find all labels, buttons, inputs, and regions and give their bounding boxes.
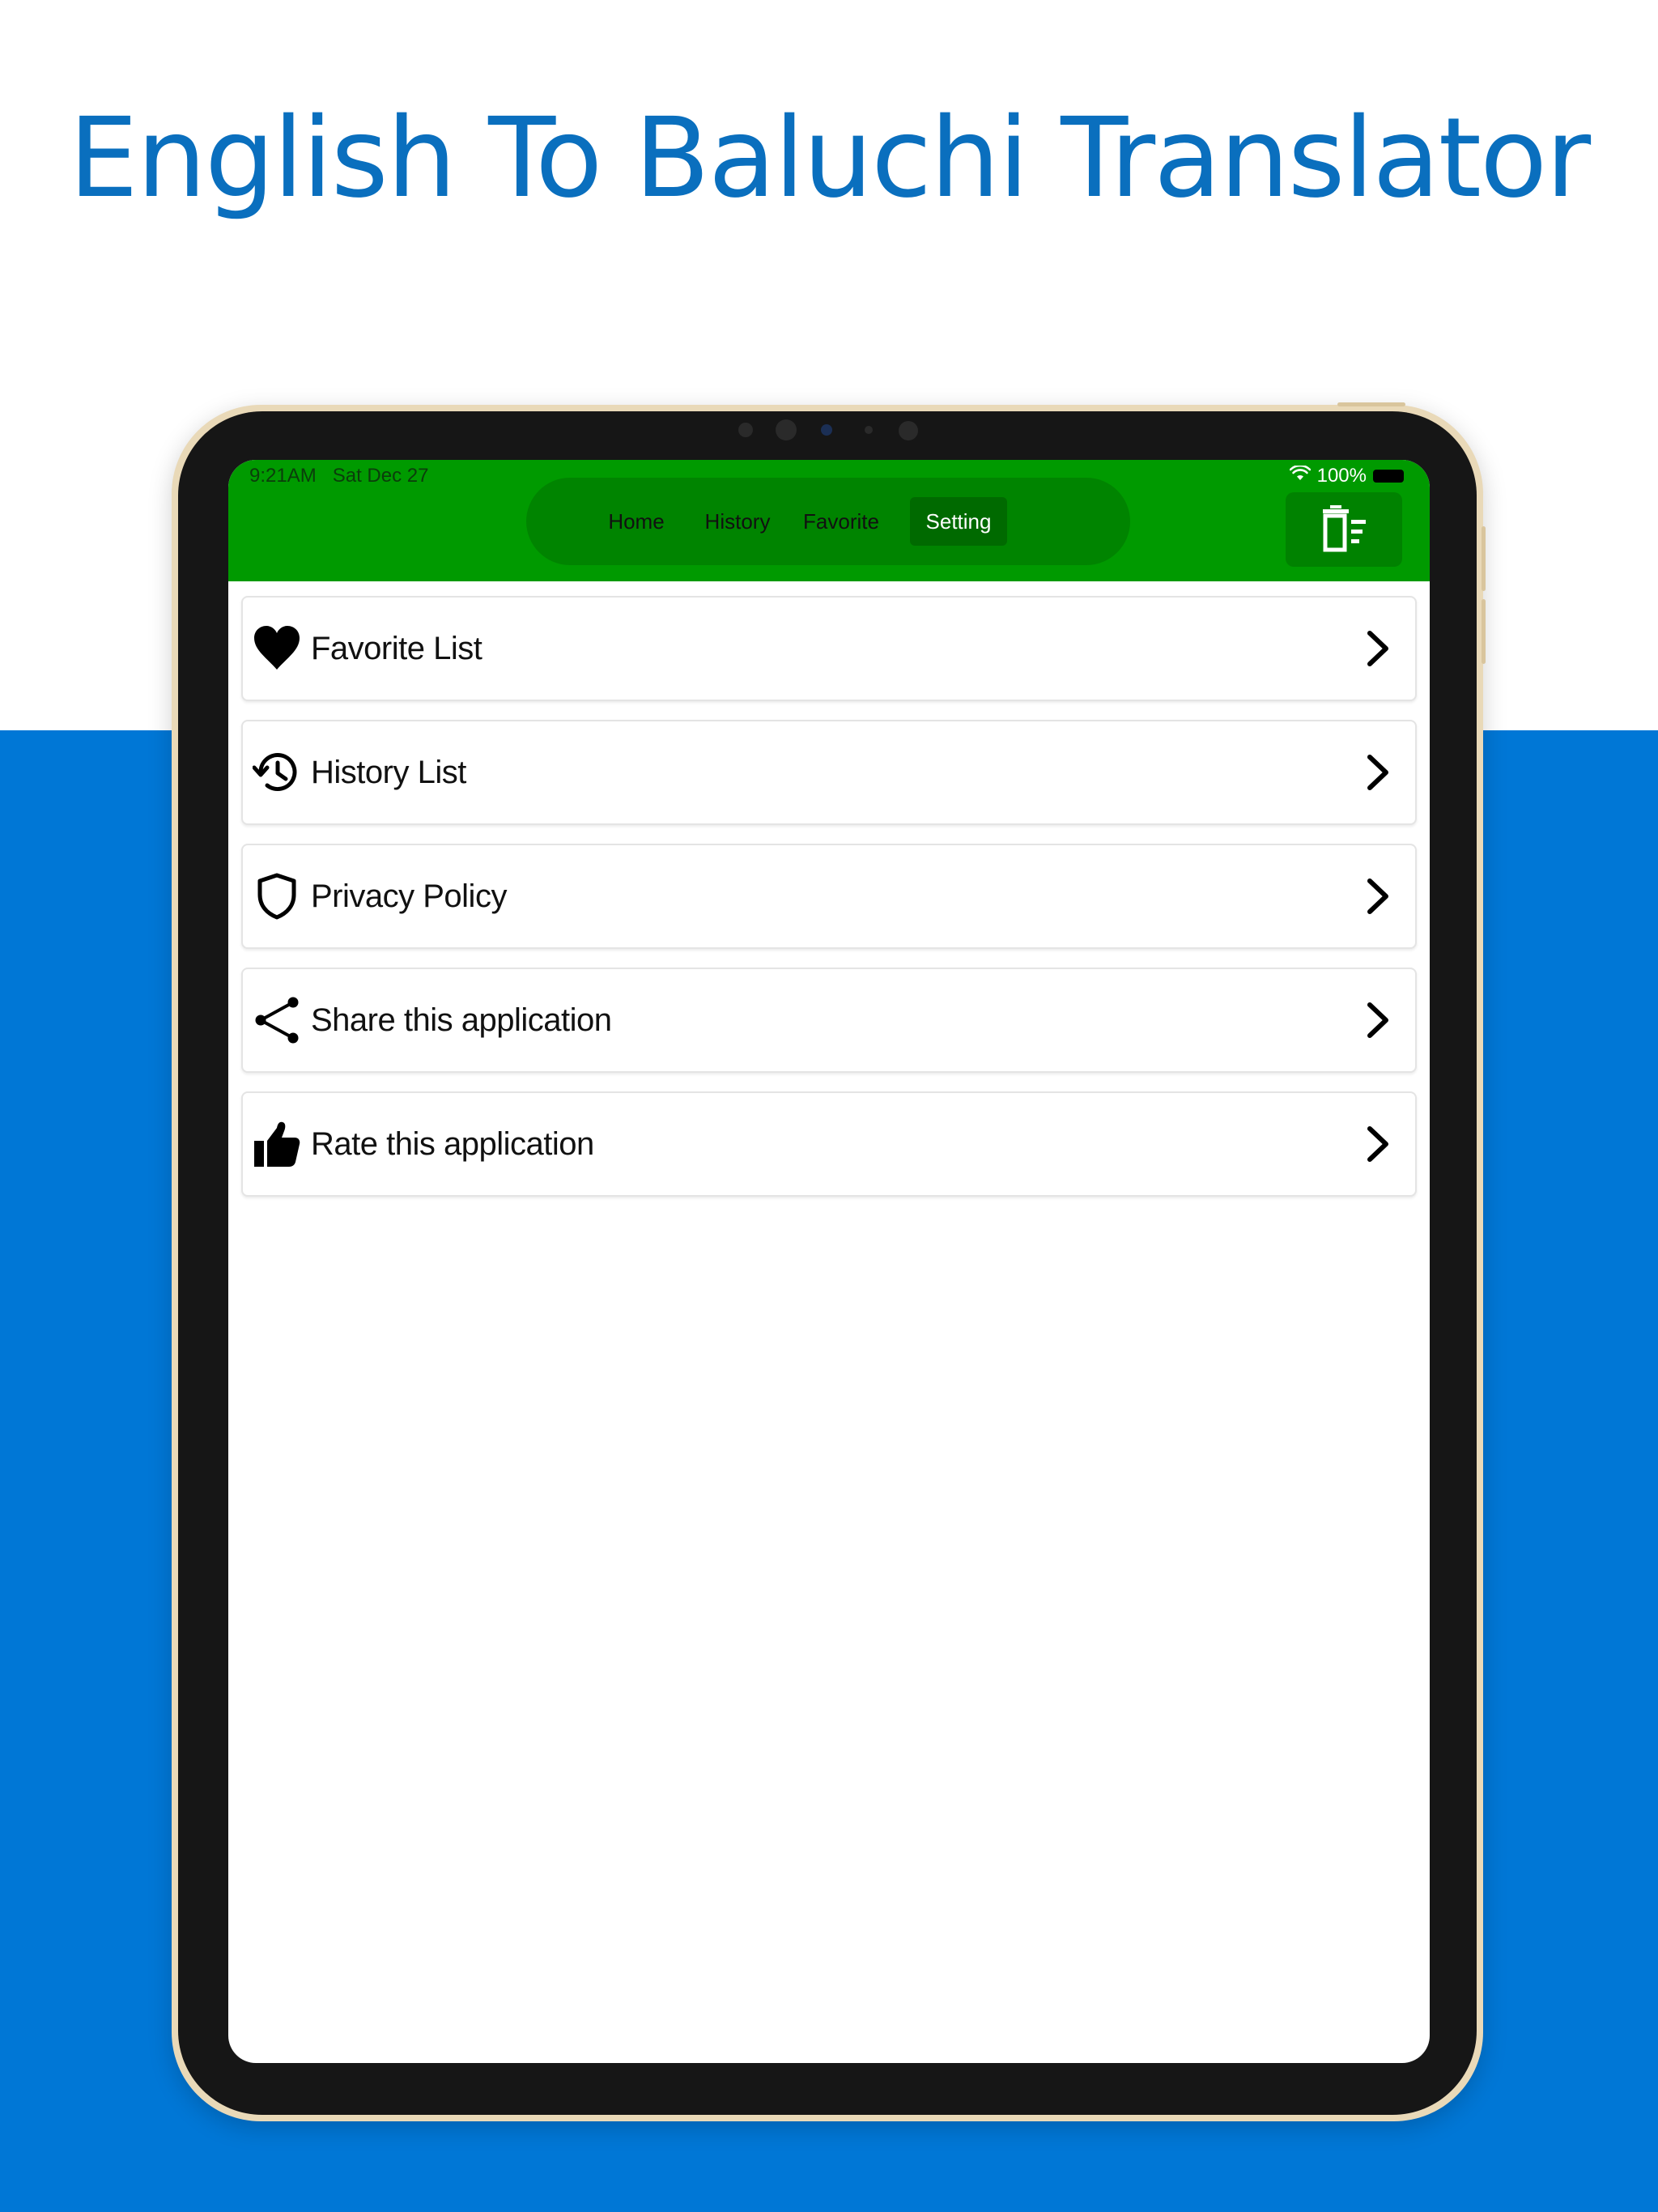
settings-item-label: Privacy Policy [311,878,507,914]
top-button [1337,402,1405,406]
settings-item-history-list[interactable]: History List [241,720,1417,825]
battery-percent: 100% [1316,465,1367,487]
front-camera [821,424,832,436]
chevron-right-icon [1357,1000,1397,1040]
sensor-dot [738,423,753,437]
delete-list-icon [1318,502,1370,558]
status-time: 9:21AM Sat Dec 27 [249,465,429,487]
share-icon [253,996,301,1044]
battery-icon [1373,470,1404,483]
tab-history[interactable]: History [695,497,780,546]
sensor-dot [865,426,873,434]
shield-icon [253,872,301,921]
settings-item-label: Rate this application [311,1126,594,1162]
chevron-right-icon [1357,876,1397,917]
chevron-right-icon [1357,752,1397,793]
settings-item-rate[interactable]: Rate this application [241,1091,1417,1197]
chevron-right-icon [1357,628,1397,669]
sensor-dot [899,421,918,440]
volume-up-button [1482,526,1486,591]
settings-item-label: Favorite List [311,631,483,666]
tab-home[interactable]: Home [596,497,677,546]
settings-item-favorite-list[interactable]: Favorite List [241,596,1417,701]
settings-item-share[interactable]: Share this application [241,968,1417,1073]
settings-item-label: History List [311,755,466,790]
volume-down-button [1482,599,1486,664]
sensor-dot [776,419,797,440]
history-icon [252,748,301,797]
thumbs-up-icon [253,1120,301,1168]
app-header: 9:21AM Sat Dec 27 100% Home History Favo… [228,460,1430,581]
tab-favorite[interactable]: Favorite [797,497,886,546]
tab-bar: Home History Favorite Setting [526,478,1130,565]
settings-item-privacy-policy[interactable]: Privacy Policy [241,844,1417,949]
wifi-icon [1289,464,1311,487]
chevron-right-icon [1357,1124,1397,1164]
tab-setting[interactable]: Setting [910,497,1007,546]
app-screen: 9:21AM Sat Dec 27 100% Home History Favo… [228,460,1430,2063]
delete-list-button[interactable] [1286,492,1402,567]
settings-item-label: Share this application [311,1002,612,1038]
heart-icon [253,624,301,673]
status-indicators: 100% [1289,464,1404,487]
page-headline: English To Baluchi Translator [68,95,1591,223]
